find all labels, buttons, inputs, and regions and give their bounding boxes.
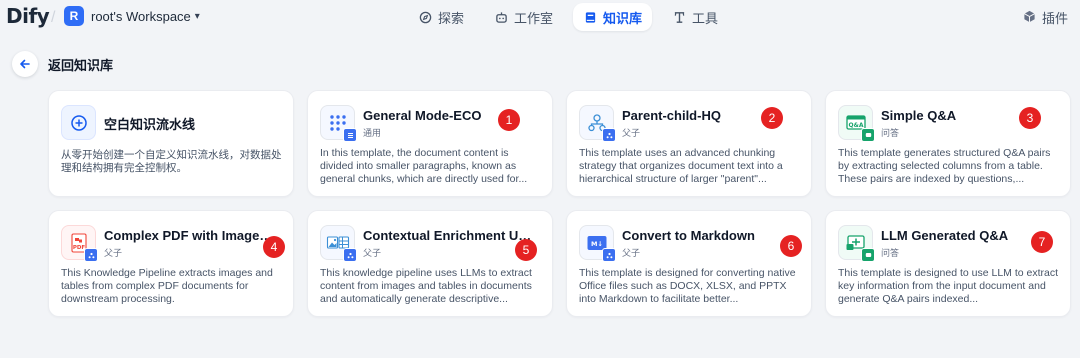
svg-text:M↓: M↓ [591,240,603,248]
svg-text:PDF: PDF [72,245,85,251]
back-to-knowledge[interactable]: 返回知识库 [12,51,113,77]
general-badge-icon [343,128,357,142]
marker-badge: 6 [780,235,802,257]
marker-badge: 1 [498,109,520,131]
workspace-name: root's Workspace [91,8,191,24]
nav-knowledge[interactable]: 知识库 [573,3,653,31]
marker-badge: 4 [263,236,285,258]
template-card-llm-generated-qa[interactable]: LLM Generated Q&A 问答 This template is de… [825,210,1071,317]
card-description: This knowledge pipeline uses LLMs to ext… [320,267,532,305]
nav-label: 探索 [438,10,465,26]
nav-label: 工作室 [514,10,554,26]
card-type: 父子 [622,248,641,258]
marker-badge: 7 [1031,231,1053,253]
plugins-label: 插件 [1041,11,1068,26]
parent-child-badge-icon [602,128,616,142]
card-title: Convert to Markdown [622,228,755,243]
dify-logo[interactable]: Dify [6,4,50,28]
nav-explore[interactable]: 探索 [408,3,474,31]
nav-label: 知识库 [603,10,643,26]
workspace-switcher[interactable]: R root's Workspace ▾ [64,6,200,26]
divider: / [51,9,56,26]
template-card-contextual-enrichment[interactable]: Contextual Enrichment Usin... 父子 This kn… [307,210,553,317]
parent-child-badge-icon [343,248,357,262]
top-bar: Dify / R root's Workspace ▾ 探索 工作室 知识库 工… [0,0,1080,36]
parent-child-badge-icon [602,248,616,262]
template-card-general-mode-eco[interactable]: General Mode-ECO 通用 In this template, th… [307,90,553,197]
card-type: 父子 [363,248,382,258]
card-type: 问答 [881,248,900,258]
template-card-simple-qa[interactable]: Q&A Simple Q&A 问答 This template generate… [825,90,1071,197]
logo-text: Dify [6,4,50,28]
card-description: In this template, the document content i… [320,147,528,185]
card-type: 父子 [104,248,123,258]
template-card-convert-markdown[interactable]: M↓ Convert to Markdown 父子 This template … [566,210,812,317]
card-type: 问答 [881,128,900,138]
chevron-down-icon: ▾ [194,10,200,22]
svg-text:Q&A: Q&A [848,122,863,129]
workspace-avatar: R [64,6,84,26]
card-title: LLM Generated Q&A [881,228,1009,243]
blank-pipeline-card[interactable]: 空白知识流水线 从零开始创建一个自定义知识流水线，对数据处理和结构拥有完全控制权… [48,90,294,197]
card-description: This template generates structured Q&A p… [838,147,1051,185]
qa-badge-icon [861,128,875,142]
card-title: 空白知识流水线 [104,117,196,132]
card-title: Complex PDF with Images ... [104,228,279,243]
marker-badge: 2 [761,107,783,129]
card-type: 父子 [622,128,641,138]
card-description: This template is designed to use LLM to … [838,267,1059,305]
robot-icon [494,10,508,24]
template-card-complex-pdf[interactable]: PDF Complex PDF with Images ... 父子 This … [48,210,294,317]
card-description: 从零开始创建一个自定义知识流水线，对数据处理和结构拥有完全控制权。 [61,149,282,174]
card-title: Contextual Enrichment Usin... [363,228,538,243]
nav-tools[interactable]: 工具 [662,3,728,31]
book-icon [583,10,597,24]
arrow-left-icon[interactable] [12,51,38,77]
parent-child-badge-icon [84,248,98,262]
template-card-parent-child-hq[interactable]: Parent-child-HQ 父子 This template uses an… [566,90,812,197]
card-type: 通用 [363,128,382,138]
qa-badge-icon [861,248,875,262]
marker-badge: 3 [1019,107,1041,129]
compass-icon [418,10,432,24]
cube-icon [1023,10,1036,26]
nav-label: 工具 [692,10,719,26]
card-description: This template uses an advanced chunking … [579,147,783,185]
nav-studio[interactable]: 工作室 [484,3,563,31]
card-description: This Knowledge Pipeline extracts images … [61,267,273,305]
plus-circle-icon [61,105,96,140]
back-label: 返回知识库 [48,57,114,73]
plugins-button[interactable]: 插件 [1023,8,1068,27]
marker-badge: 5 [515,239,537,261]
main-nav: 探索 工作室 知识库 工具 [408,3,728,31]
card-description: This template is designed for converting… [579,267,796,305]
tool-icon [672,10,686,24]
